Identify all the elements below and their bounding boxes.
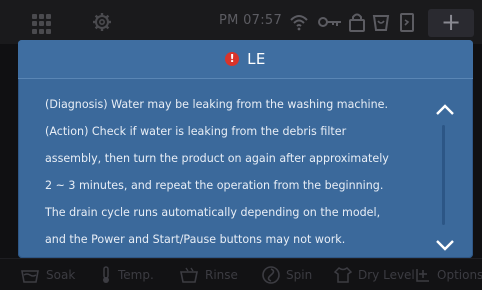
- scroll-down-chevron-icon[interactable]: [434, 237, 456, 253]
- add-button[interactable]: +: [428, 9, 474, 37]
- shirt-icon: [334, 267, 352, 283]
- dialog-message: (Diagnosis) Water may be leaking from th…: [45, 91, 425, 253]
- scroll-up-chevron-icon[interactable]: [434, 102, 456, 118]
- dialog-header: ! LE: [18, 40, 473, 79]
- spin-label: Spin: [286, 268, 313, 282]
- alert-icon: !: [225, 52, 240, 66]
- rinse-icon: [180, 267, 198, 283]
- scrollbar-track[interactable]: [442, 125, 445, 225]
- door-icon: [400, 13, 414, 32]
- options-label: Options: [437, 268, 482, 282]
- message-line: (Diagnosis) Water may be leaking from th…: [45, 98, 388, 111]
- options-option[interactable]: Options: [415, 263, 482, 287]
- dry-level-option[interactable]: Dry Level: [334, 263, 415, 287]
- options-icon: [416, 269, 429, 282]
- dry-level-label: Dry Level: [358, 268, 415, 282]
- thermometer-icon: [103, 266, 109, 283]
- drum-icon: [372, 15, 390, 31]
- washer-screen: PM 07:57 + Soak Temp. Rinse Spin Dry Lev…: [0, 0, 482, 290]
- error-dialog: ! LE (Diagnosis) Water may be leaking fr…: [18, 40, 473, 258]
- message-line: (Action) Check if water is leaking from …: [45, 125, 347, 138]
- rinse-label: Rinse: [205, 268, 238, 282]
- rinse-option[interactable]: Rinse: [179, 263, 238, 287]
- message-line: and the Power and Start/Pause buttons ma…: [45, 233, 346, 246]
- temp-option[interactable]: Temp.: [100, 263, 154, 287]
- spin-icon: [262, 266, 280, 284]
- wifi-icon: [290, 15, 308, 31]
- soak-option[interactable]: Soak: [20, 263, 75, 287]
- status-bar: PM 07:57 +: [0, 0, 482, 44]
- key-icon: [318, 17, 341, 27]
- temp-label: Temp.: [118, 268, 154, 282]
- soak-label: Soak: [46, 268, 76, 282]
- message-line: assembly, then turn the product on again…: [45, 152, 389, 165]
- message-line: The drain cycle runs automatically depen…: [45, 206, 381, 219]
- gear-icon[interactable]: [92, 12, 112, 32]
- spin-option[interactable]: Spin: [262, 263, 312, 287]
- grid-icon[interactable]: [32, 14, 52, 34]
- clock: PM 07:57: [219, 13, 283, 28]
- option-bar: Soak Temp. Rinse Spin Dry Level Options: [0, 258, 482, 290]
- dialog-title: LE: [247, 50, 266, 68]
- lock-icon: [349, 13, 365, 32]
- soak-icon: [21, 270, 39, 283]
- message-line: 2 ~ 3 minutes, and repeat the operation …: [45, 179, 384, 192]
